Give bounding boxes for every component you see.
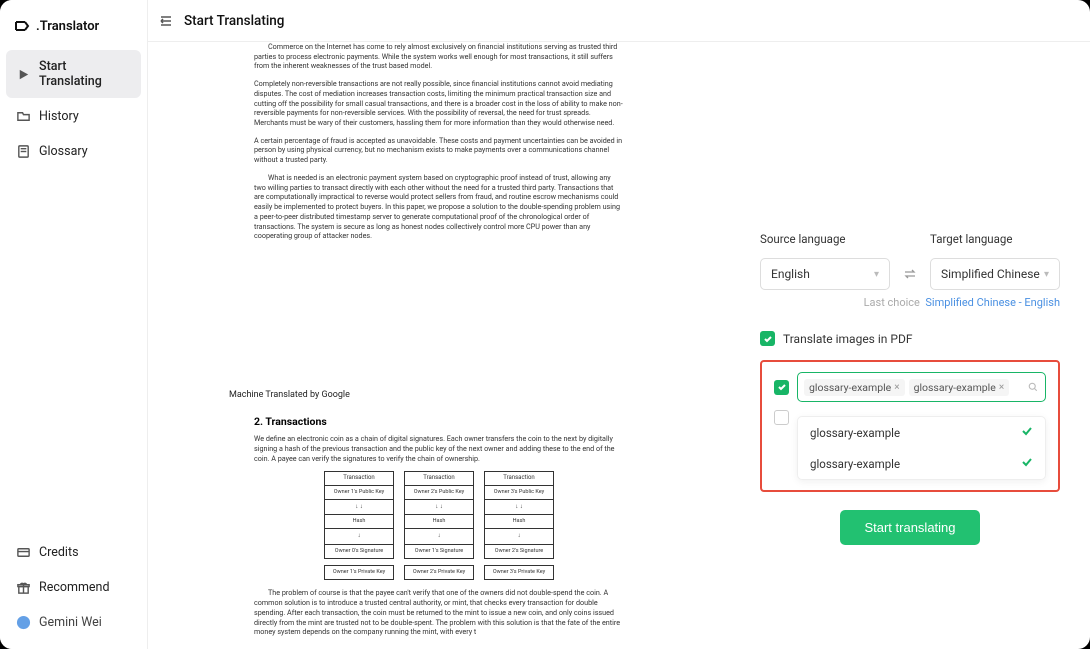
translate-images-label: Translate images in PDF [783,332,912,346]
search-icon [1027,378,1039,397]
glossary-checkbox[interactable] [774,380,789,395]
source-language-value: English [771,267,810,281]
nav-bottom: Credits Recommend Gemini Wei [6,536,141,639]
card-icon [16,545,31,560]
glossary-option[interactable]: glossary-example [798,417,1045,448]
doc-text: A certain percentage of fraud is accepte… [254,136,624,165]
sidebar: .Translator Start Translating History Gl… [0,0,148,649]
nav-label: Credits [39,545,79,560]
doc-text: Completely non-reversible transactions a… [254,79,624,128]
translate-images-checkbox[interactable] [760,331,775,346]
nav-label: Start Translating [39,59,131,89]
glossary-highlight-block: glossary-example × glossary-example × [760,360,1060,492]
document-preview: Commerce on the Internet has come to rel… [148,42,730,649]
main-area: Start Translating Commerce on the Intern… [148,0,1090,649]
doc-text: Commerce on the Internet has come to rel… [254,42,624,71]
nav-main: Start Translating History Glossary [6,50,141,536]
language-row: Source language Target language [760,232,1060,252]
page-title: Start Translating [184,13,284,29]
source-language-select[interactable]: English ▾ [760,258,890,290]
doc-text: The problem of course is that the payee … [254,588,624,637]
nav-credits[interactable]: Credits [6,536,141,569]
target-language-select[interactable]: Simplified Chinese ▾ [930,258,1060,290]
nav-recommend[interactable]: Recommend [6,571,141,604]
glossary-tag-input[interactable]: glossary-example × glossary-example × [797,372,1046,402]
gift-icon [16,580,31,595]
translate-panel: Source language Target language English … [730,42,1090,649]
machine-translated-label: Machine Translated by Google [229,389,654,401]
last-choice: Last choice Simplified Chinese - English [760,296,1060,309]
nav-glossary[interactable]: Glossary [6,135,141,168]
nav-label: Recommend [39,580,110,595]
last-choice-label: Last choice [864,296,920,309]
document-icon [16,144,31,159]
nav-user[interactable]: Gemini Wei [6,606,141,639]
start-translating-button[interactable]: Start translating [840,510,979,545]
nav-label: History [39,109,79,124]
avatar-icon [16,615,31,630]
logo-icon [14,18,30,34]
app-window: .Translator Start Translating History Gl… [0,0,1090,649]
section-title: 2. Transactions [254,415,624,429]
play-icon [16,67,31,82]
chevron-down-icon: ▾ [874,269,879,280]
app-name: .Translator [36,19,99,34]
nav-label: Gemini Wei [39,615,102,630]
folder-icon [16,109,31,124]
glossary-option-checkbox[interactable] [774,410,789,425]
glossary-tag: glossary-example × [804,379,905,396]
target-language-label: Target language [930,232,1060,246]
doc-page-2: Machine Translated by Google 2. Transact… [224,389,654,637]
app-logo: .Translator [6,10,141,50]
remove-tag-icon[interactable]: × [894,382,899,393]
chevron-down-icon: ▾ [1044,269,1049,280]
tx-diagram: Transaction Owner 1's Public Key ↓ ↓ Has… [254,471,624,580]
topbar: Start Translating [148,0,1090,42]
doc-text: What is needed is an electronic payment … [254,173,624,241]
content: Commerce on the Internet has come to rel… [148,42,1090,649]
translate-images-row: Translate images in PDF [760,331,1060,346]
glossary-dropdown: glossary-example glossary-example [797,416,1046,480]
glossary-option[interactable]: glossary-example [798,448,1045,479]
remove-tag-icon[interactable]: × [999,382,1004,393]
nav-start-translating[interactable]: Start Translating [6,50,141,98]
glossary-tag: glossary-example × [909,379,1010,396]
nav-label: Glossary [39,144,88,159]
doc-page-1: Commerce on the Internet has come to rel… [224,42,654,379]
check-icon [1021,456,1033,471]
swap-languages-button[interactable] [898,262,922,286]
source-language-label: Source language [760,232,890,246]
check-icon [1021,425,1033,440]
doc-text: We define an electronic coin as a chain … [254,434,624,463]
nav-history[interactable]: History [6,100,141,133]
target-language-value: Simplified Chinese [941,267,1040,281]
last-choice-link[interactable]: Simplified Chinese - English [925,296,1060,309]
sidebar-collapse-icon[interactable] [158,13,174,29]
